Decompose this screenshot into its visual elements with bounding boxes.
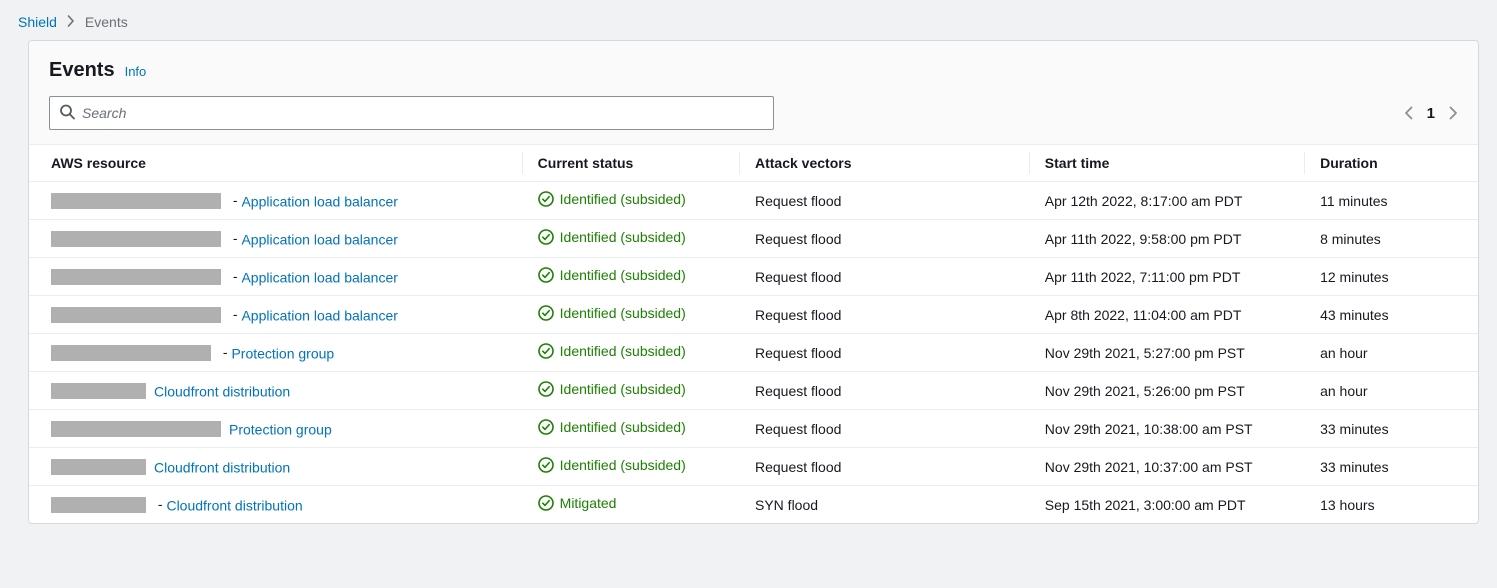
table-row: Protection group Identified (subsided) Req… xyxy=(29,410,1478,448)
duration-cell: 13 hours xyxy=(1304,486,1478,524)
status-text: Identified (subsided) xyxy=(560,419,686,435)
resource-link[interactable]: Protection group xyxy=(229,421,332,437)
pager-current-page: 1 xyxy=(1427,105,1435,122)
resource-separator: - xyxy=(219,344,231,360)
redacted-resource-id xyxy=(51,459,146,475)
redacted-resource-id xyxy=(51,193,221,209)
status-text: Identified (subsided) xyxy=(560,457,686,473)
start-time-cell: Sep 15th 2021, 3:00:00 am PDT xyxy=(1029,486,1304,524)
table-row: - Protection group Identified (subsided) R… xyxy=(29,334,1478,372)
pager-prev-button[interactable] xyxy=(1404,106,1413,120)
start-time-cell: Apr 8th 2022, 11:04:00 am PDT xyxy=(1029,296,1304,334)
panel-header: Events Info xyxy=(29,41,1478,92)
table-row: Cloudfront distribution Identified (subsi… xyxy=(29,448,1478,486)
status-badge: Identified (subsided) xyxy=(538,381,686,397)
duration-cell: an hour xyxy=(1304,372,1478,410)
page-title: Events xyxy=(49,59,115,82)
table-row: - Cloudfront distribution Mitigated SYN fl… xyxy=(29,486,1478,524)
col-header-duration[interactable]: Duration xyxy=(1304,145,1478,182)
resource-separator: - xyxy=(229,192,241,208)
status-text: Identified (subsided) xyxy=(560,267,686,283)
duration-cell: 33 minutes xyxy=(1304,410,1478,448)
resource-separator: - xyxy=(154,496,166,512)
breadcrumb-root-link[interactable]: Shield xyxy=(18,14,57,30)
status-text: Identified (subsided) xyxy=(560,381,686,397)
status-badge: Identified (subsided) xyxy=(538,191,686,207)
attack-vectors-cell: Request flood xyxy=(739,220,1029,258)
status-text: Identified (subsided) xyxy=(560,191,686,207)
col-header-start[interactable]: Start time xyxy=(1029,145,1304,182)
breadcrumb: Shield Events xyxy=(0,0,1497,40)
redacted-resource-id xyxy=(51,421,221,437)
resource-separator: - xyxy=(229,306,241,322)
resource-link[interactable]: Protection group xyxy=(231,345,334,361)
col-header-resource[interactable]: AWS resource xyxy=(29,145,522,182)
status-text: Identified (subsided) xyxy=(560,305,686,321)
resource-link[interactable]: Application load balancer xyxy=(241,269,397,285)
start-time-cell: Nov 29th 2021, 5:26:00 pm PST xyxy=(1029,372,1304,410)
attack-vectors-cell: Request flood xyxy=(739,448,1029,486)
start-time-cell: Nov 29th 2021, 5:27:00 pm PST xyxy=(1029,334,1304,372)
status-text: Identified (subsided) xyxy=(560,343,686,359)
resource-link[interactable]: Application load balancer xyxy=(241,307,397,323)
status-text: Mitigated xyxy=(560,495,617,511)
resource-link[interactable]: Cloudfront distribution xyxy=(166,497,302,513)
attack-vectors-cell: SYN flood xyxy=(739,486,1029,524)
status-badge: Identified (subsided) xyxy=(538,229,686,245)
duration-cell: 12 minutes xyxy=(1304,258,1478,296)
resource-separator: - xyxy=(229,230,241,246)
table-row: Cloudfront distribution Identified (subsi… xyxy=(29,372,1478,410)
events-panel: Events Info 1 AWS resource Current statu… xyxy=(28,40,1479,524)
attack-vectors-cell: Request flood xyxy=(739,258,1029,296)
toolbar: 1 xyxy=(29,92,1478,145)
start-time-cell: Nov 29th 2021, 10:37:00 am PST xyxy=(1029,448,1304,486)
table-row: - Application load balancer Identified (s… xyxy=(29,220,1478,258)
start-time-cell: Apr 11th 2022, 7:11:00 pm PDT xyxy=(1029,258,1304,296)
breadcrumb-current: Events xyxy=(85,14,128,30)
start-time-cell: Apr 11th 2022, 9:58:00 pm PDT xyxy=(1029,220,1304,258)
events-table: AWS resource Current status Attack vecto… xyxy=(29,145,1478,523)
attack-vectors-cell: Request flood xyxy=(739,334,1029,372)
resource-link[interactable]: Application load balancer xyxy=(241,231,397,247)
start-time-cell: Apr 12th 2022, 8:17:00 am PDT xyxy=(1029,182,1304,220)
chevron-right-icon xyxy=(67,14,75,30)
status-badge: Identified (subsided) xyxy=(538,457,686,473)
attack-vectors-cell: Request flood xyxy=(739,410,1029,448)
attack-vectors-cell: Request flood xyxy=(739,182,1029,220)
table-row: - Application load balancer Identified (s… xyxy=(29,258,1478,296)
pager-next-button[interactable] xyxy=(1449,106,1458,120)
attack-vectors-cell: Request flood xyxy=(739,372,1029,410)
info-link[interactable]: Info xyxy=(125,64,147,79)
duration-cell: 8 minutes xyxy=(1304,220,1478,258)
redacted-resource-id xyxy=(51,269,221,285)
redacted-resource-id xyxy=(51,383,146,399)
search-wrap xyxy=(49,96,774,130)
duration-cell: 43 minutes xyxy=(1304,296,1478,334)
start-time-cell: Nov 29th 2021, 10:38:00 am PST xyxy=(1029,410,1304,448)
resource-link[interactable]: Cloudfront distribution xyxy=(154,459,290,475)
col-header-status[interactable]: Current status xyxy=(522,145,739,182)
status-badge: Identified (subsided) xyxy=(538,343,686,359)
search-input[interactable] xyxy=(49,96,774,130)
table-row: - Application load balancer Identified (s… xyxy=(29,296,1478,334)
duration-cell: 33 minutes xyxy=(1304,448,1478,486)
attack-vectors-cell: Request flood xyxy=(739,296,1029,334)
duration-cell: an hour xyxy=(1304,334,1478,372)
status-badge: Identified (subsided) xyxy=(538,305,686,321)
redacted-resource-id xyxy=(51,345,211,361)
redacted-resource-id xyxy=(51,497,146,513)
resource-link[interactable]: Application load balancer xyxy=(241,193,397,209)
status-badge: Identified (subsided) xyxy=(538,267,686,283)
status-badge: Identified (subsided) xyxy=(538,419,686,435)
status-badge: Mitigated xyxy=(538,495,617,511)
resource-separator: - xyxy=(229,268,241,284)
table-row: - Application load balancer Identified (s… xyxy=(29,182,1478,220)
col-header-vectors[interactable]: Attack vectors xyxy=(739,145,1029,182)
redacted-resource-id xyxy=(51,307,221,323)
status-text: Identified (subsided) xyxy=(560,229,686,245)
redacted-resource-id xyxy=(51,231,221,247)
resource-link[interactable]: Cloudfront distribution xyxy=(154,383,290,399)
duration-cell: 11 minutes xyxy=(1304,182,1478,220)
pager: 1 xyxy=(1404,105,1458,122)
